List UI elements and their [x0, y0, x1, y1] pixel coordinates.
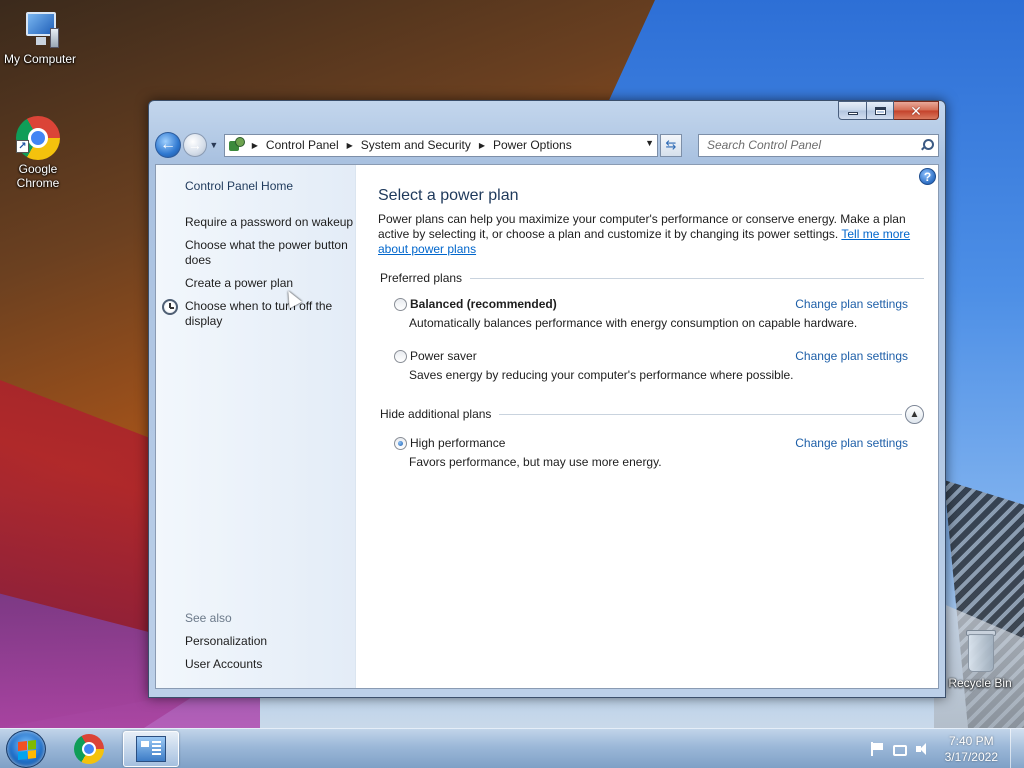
- chevron-down-icon: ▼: [209, 140, 219, 150]
- plan-name[interactable]: Power saver: [410, 349, 477, 363]
- taskbar-clock[interactable]: 7:40 PM 3/17/2022: [945, 733, 998, 765]
- forward-arrow-icon: →: [187, 137, 202, 153]
- refresh-button[interactable]: ⇆: [660, 133, 682, 157]
- plan-description: Saves energy by reducing your computer's…: [409, 368, 794, 382]
- recycle-bin-icon: [964, 628, 996, 674]
- refresh-icon: ⇆: [665, 137, 677, 152]
- minimize-button[interactable]: [838, 101, 867, 120]
- chevron-up-icon: ▲: [909, 409, 920, 420]
- user-accounts-link[interactable]: User Accounts: [185, 657, 355, 672]
- back-arrow-icon: ←: [159, 136, 176, 153]
- taskbar-chrome-button[interactable]: [61, 731, 117, 767]
- additional-plans-group: Hide additional plans: [380, 407, 924, 421]
- search-icon[interactable]: [920, 138, 934, 151]
- control-panel-home-link[interactable]: Control Panel Home: [185, 179, 355, 194]
- network-icon[interactable]: [892, 744, 907, 756]
- desktop-icon-label: My Computer: [3, 52, 77, 66]
- change-plan-settings-link[interactable]: Change plan settings: [795, 349, 908, 363]
- collapse-button[interactable]: ▲: [905, 405, 924, 424]
- desktop-icon-label: Recycle Bin: [948, 676, 1012, 690]
- display-timer-icon: [162, 299, 178, 315]
- window-controls: ✕: [838, 101, 939, 120]
- shortcut-arrow-icon: ↗: [16, 140, 29, 153]
- power-options-window: ✕ ← → ▼ ▶ Control Panel ▶ System and Sec…: [148, 100, 946, 698]
- close-icon: ✕: [910, 102, 922, 119]
- action-center-icon[interactable]: [869, 741, 885, 757]
- start-button[interactable]: [6, 730, 46, 768]
- plan-name[interactable]: High performance: [410, 436, 505, 450]
- clock-time: 7:40 PM: [948, 734, 994, 748]
- maximize-button[interactable]: [867, 101, 894, 120]
- divider: [499, 413, 902, 415]
- search-input[interactable]: [698, 138, 909, 152]
- close-button[interactable]: ✕: [894, 101, 939, 120]
- maximize-icon: [874, 106, 886, 115]
- breadcrumb-power-options[interactable]: Power Options: [493, 138, 572, 152]
- address-dropdown-icon[interactable]: ▼: [645, 138, 654, 148]
- change-plan-settings-link[interactable]: Change plan settings: [795, 436, 908, 450]
- task-pane: Control Panel Home Require a password on…: [156, 165, 356, 688]
- desktop-icon-recycle-bin[interactable]: Recycle Bin: [940, 628, 1020, 690]
- preferred-plans-group: Preferred plans: [380, 271, 924, 285]
- volume-icon[interactable]: [915, 741, 931, 757]
- preferred-plans-label: Preferred plans: [380, 271, 463, 285]
- intro-text: Power plans can help you maximize your c…: [378, 212, 918, 257]
- plan-description: Favors performance, but may use more ene…: [409, 455, 662, 469]
- require-password-link[interactable]: Require a password on wakeup: [185, 215, 355, 230]
- search-box: [697, 133, 939, 157]
- windows-logo-icon: [18, 740, 36, 760]
- help-icon[interactable]: ?: [919, 168, 936, 185]
- chrome-icon: [16, 116, 60, 160]
- minimize-icon: [847, 112, 858, 115]
- taskbar: 7:40 PM 3/17/2022: [0, 728, 1024, 768]
- forward-button[interactable]: →: [182, 133, 207, 157]
- personalization-link[interactable]: Personalization: [185, 634, 355, 649]
- breadcrumb-separator-icon[interactable]: ▶: [479, 141, 485, 150]
- breadcrumb-separator-icon[interactable]: ▶: [347, 141, 353, 150]
- breadcrumb-control-panel[interactable]: Control Panel: [266, 138, 339, 152]
- change-plan-settings-link[interactable]: Change plan settings: [795, 297, 908, 311]
- address-bar[interactable]: ▶ Control Panel ▶ System and Security ▶ …: [223, 133, 659, 157]
- chrome-icon: [74, 734, 104, 764]
- plan-radio-balanced[interactable]: [394, 298, 407, 311]
- desktop-icon-google-chrome[interactable]: Google Chrome: [0, 116, 78, 190]
- show-desktop-button[interactable]: [1010, 729, 1024, 768]
- hide-additional-plans-label[interactable]: Hide additional plans: [380, 407, 491, 421]
- power-button-link[interactable]: Choose what the power button does: [185, 238, 355, 268]
- breadcrumb-system-and-security[interactable]: System and Security: [361, 138, 471, 152]
- navigation-bar: ← → ▼ ▶ Control Panel ▶ System and Secur…: [155, 131, 939, 159]
- desktop-icon-label: Google Chrome: [16, 162, 60, 190]
- turn-off-display-link[interactable]: Choose when to turn off the display: [185, 299, 355, 329]
- main-pane: ? Select a power plan Power plans can he…: [378, 165, 938, 688]
- intro-description: Power plans can help you maximize your c…: [378, 212, 906, 241]
- breadcrumb-separator-icon[interactable]: ▶: [252, 141, 258, 150]
- see-also-heading: See also: [185, 611, 232, 625]
- desktop-icon-my-computer[interactable]: My Computer: [0, 10, 80, 66]
- page-title: Select a power plan: [378, 187, 519, 204]
- window-content: Control Panel Home Require a password on…: [155, 164, 939, 689]
- divider: [470, 277, 924, 279]
- plan-name[interactable]: Balanced (recommended): [410, 297, 557, 311]
- system-tray: 7:40 PM 3/17/2022: [869, 729, 1024, 768]
- control-panel-icon: [228, 137, 246, 153]
- plan-radio-power-saver[interactable]: [394, 350, 407, 363]
- clock-date: 3/17/2022: [944, 750, 998, 764]
- back-button[interactable]: ←: [155, 132, 181, 158]
- plan-description: Automatically balances performance with …: [409, 316, 858, 330]
- plan-radio-high-performance[interactable]: [394, 437, 407, 450]
- create-power-plan-link[interactable]: Create a power plan: [185, 276, 355, 291]
- computer-icon: [20, 10, 60, 50]
- recent-pages-button[interactable]: ▼: [208, 140, 220, 150]
- taskbar-control-panel-button[interactable]: [123, 731, 179, 767]
- control-panel-icon: [136, 736, 166, 762]
